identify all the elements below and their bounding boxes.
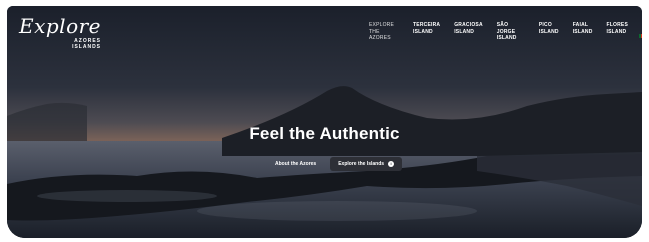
logo-subtitle: AZORES ISLANDS (19, 38, 101, 50)
nav-item-flores-island[interactable]: FLORES ISLAND (607, 22, 628, 42)
explore-the-islands-label: Explore the Islands (338, 161, 385, 167)
nav-item-sao-jorge-island[interactable]: SÃO JORGE ISLAND (497, 22, 525, 42)
nav-item-label: SÃO JORGE (496, 22, 516, 35)
hero-banner: Explore AZORES ISLANDS EXPLORE THE AZORE… (7, 6, 642, 238)
nav-item-terceira-island[interactable]: TERCEIRA ISLAND (413, 22, 440, 42)
nav-item-graciosa-island[interactable]: GRACIOSA ISLAND (454, 22, 483, 42)
info-icon: i (388, 161, 395, 167)
nav-item-label: THE AZORES (369, 28, 391, 42)
nav-item-faial-island[interactable]: FAIAL ISLAND (573, 22, 593, 42)
nav-item-pico-island[interactable]: PICO ISLAND (539, 22, 559, 42)
about-the-azores-button[interactable]: About the Azores (269, 157, 322, 171)
nav-item-label: GRACIOSA (454, 22, 483, 28)
site-logo[interactable]: Explore AZORES ISLANDS (19, 16, 101, 50)
nav-item-label: TERCEIRA (413, 22, 441, 28)
hero-cta-group: About the Azores Explore the Islands i (269, 157, 403, 171)
main-navigation: EXPLORE THE AZORES TERCEIRA ISLAND GRACI… (369, 22, 642, 42)
logo-script-text: Explore (19, 14, 102, 38)
nav-item-explore-the-azores[interactable]: EXPLORE THE AZORES (369, 22, 399, 42)
logo-subtitle-line2: ISLANDS (72, 44, 102, 50)
nav-item-label: ISLAND (496, 35, 517, 41)
nav-item-label: FLORES (606, 22, 628, 28)
nav-item-label: ISLAND (413, 28, 433, 35)
nav-item-label: ISLAND (538, 28, 559, 35)
hero-headline: Feel the Authentic (249, 124, 400, 143)
explore-the-islands-button[interactable]: Explore the Islands i (330, 157, 403, 171)
language-flag-icon[interactable] (639, 25, 642, 38)
flag-red-stripe (641, 34, 642, 38)
nav-item-label: ISLAND (572, 28, 593, 35)
nav-item-label: ISLAND (606, 28, 627, 35)
nav-item-label: ISLAND (454, 28, 475, 35)
